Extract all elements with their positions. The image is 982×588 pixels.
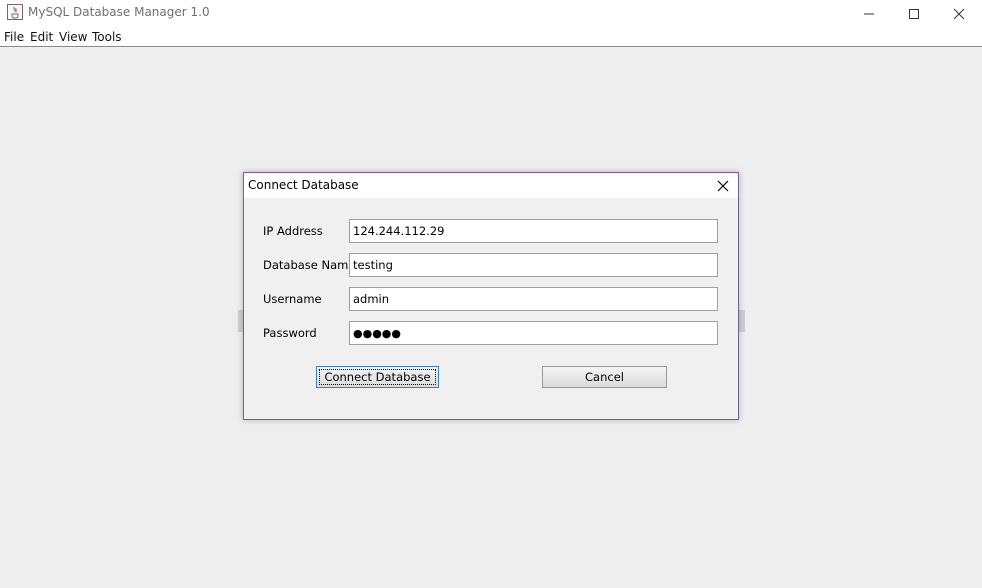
close-icon [953,8,965,20]
maximize-icon [909,9,919,19]
menu-edit[interactable]: Edit [30,30,53,44]
dialog-title: Connect Database [248,178,359,192]
cancel-button[interactable]: Cancel [542,366,667,388]
menu-file[interactable]: File [4,30,24,44]
connect-database-button[interactable]: Connect Database [316,366,439,388]
window-titlebar: MySQL Database Manager 1.0 [0,0,982,28]
java-cup-icon [7,4,23,20]
menu-tools[interactable]: Tools [92,30,122,44]
ip-address-input[interactable] [349,219,718,243]
maximize-button[interactable] [891,0,937,28]
username-input[interactable] [349,287,718,311]
close-icon [717,180,729,192]
password-label: Password [263,326,317,340]
database-name-label: Database Name [263,258,356,272]
ip-address-label: IP Address [263,224,323,238]
database-name-input[interactable] [349,253,718,277]
dialog-close-button[interactable] [714,177,732,195]
connect-database-dialog: Connect Database IP Address Database Nam… [243,172,739,420]
password-input[interactable]: ●●●●● [349,321,718,345]
dialog-titlebar: Connect Database [244,173,738,198]
password-mask: ●●●●● [353,326,401,340]
minimize-icon [864,13,874,15]
menu-view[interactable]: View [59,30,87,44]
minimize-button[interactable] [846,0,892,28]
username-label: Username [263,292,322,306]
menubar: File Edit View Tools [0,28,982,47]
close-button[interactable] [936,0,982,28]
window-title: MySQL Database Manager 1.0 [28,5,210,19]
